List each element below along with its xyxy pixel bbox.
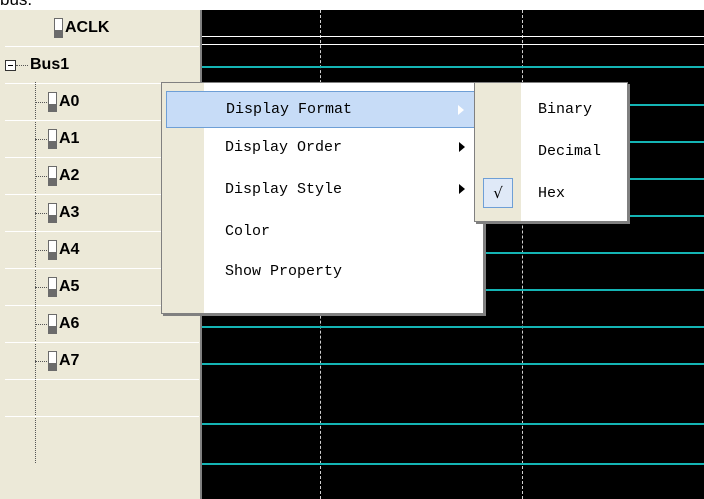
submenu-item-decimal[interactable]: Decimal xyxy=(478,133,624,170)
tree-connector xyxy=(35,250,47,251)
tree-connector xyxy=(16,64,28,66)
submenu-arrow-icon xyxy=(459,184,465,194)
signal-pin-icon xyxy=(48,351,57,371)
tree-connector xyxy=(35,213,47,214)
display-format-submenu: Binary Decimal √ Hex xyxy=(474,82,628,222)
signal-label: A1 xyxy=(59,130,80,147)
tree-connector xyxy=(35,176,47,177)
top-text-fragment: bus. xyxy=(0,0,32,10)
menu-item-display-style[interactable]: Display Style xyxy=(166,171,479,208)
waveform-bus xyxy=(202,66,704,68)
signal-label: A0 xyxy=(59,93,80,110)
signal-label: A3 xyxy=(59,204,80,221)
signal-pin-icon xyxy=(54,18,63,38)
menu-item-label: Display Style xyxy=(225,181,343,198)
menu-item-display-format[interactable]: Display Format xyxy=(166,91,479,128)
signal-pin-icon xyxy=(48,129,57,149)
menu-item-label: Display Order xyxy=(225,139,343,156)
waveform-aclk xyxy=(202,36,704,37)
checkmark-icon: √ xyxy=(483,178,513,208)
tree-connector xyxy=(35,287,47,288)
signal-row-bus[interactable]: Bus1 xyxy=(5,47,199,84)
submenu-item-hex[interactable]: √ Hex xyxy=(478,175,624,212)
tree-connector xyxy=(35,102,47,103)
submenu-item-label: Binary xyxy=(538,101,593,118)
menu-item-label: Display Format xyxy=(226,101,353,118)
collapse-icon[interactable] xyxy=(5,59,16,71)
signal-pin-icon xyxy=(48,240,57,260)
signal-row-empty xyxy=(5,380,199,417)
menu-item-display-order[interactable]: Display Order xyxy=(166,129,479,166)
waveform-line xyxy=(202,423,704,425)
submenu-arrow-icon xyxy=(459,142,465,152)
waveform-aclk xyxy=(202,44,704,45)
signal-label: A5 xyxy=(59,278,80,295)
waveform-a6 xyxy=(202,326,704,328)
signal-row-aclk[interactable]: ACLK xyxy=(5,10,199,47)
signal-pin-icon xyxy=(48,203,57,223)
signal-pin-icon xyxy=(48,314,57,334)
submenu-item-label: Decimal xyxy=(538,143,602,160)
tree-connector xyxy=(35,361,47,362)
signal-label: A7 xyxy=(59,352,80,369)
submenu-arrow-icon xyxy=(458,105,464,115)
signal-pin-icon xyxy=(48,92,57,112)
signal-label: A6 xyxy=(59,315,80,332)
signal-pin-icon xyxy=(48,277,57,297)
signal-pin-icon xyxy=(48,166,57,186)
submenu-item-label: Hex xyxy=(538,185,566,202)
signal-row-a7[interactable]: A7 xyxy=(5,343,199,380)
menu-item-color[interactable]: Color xyxy=(166,213,479,250)
signal-label: A4 xyxy=(59,241,80,258)
signal-label: ACLK xyxy=(65,19,110,36)
tree-connector xyxy=(35,139,47,140)
context-menu: Display Format Display Order Display Sty… xyxy=(161,82,484,314)
menu-item-label: Show Property xyxy=(225,263,343,280)
bus-label: Bus1 xyxy=(30,56,70,73)
signal-label: A2 xyxy=(59,167,80,184)
menu-item-label: Color xyxy=(225,223,271,240)
waveform-a7 xyxy=(202,363,704,365)
menu-item-show-property[interactable]: Show Property xyxy=(166,253,479,290)
waveform-line xyxy=(202,463,704,465)
tree-connector xyxy=(35,324,47,325)
submenu-item-binary[interactable]: Binary xyxy=(478,91,624,128)
